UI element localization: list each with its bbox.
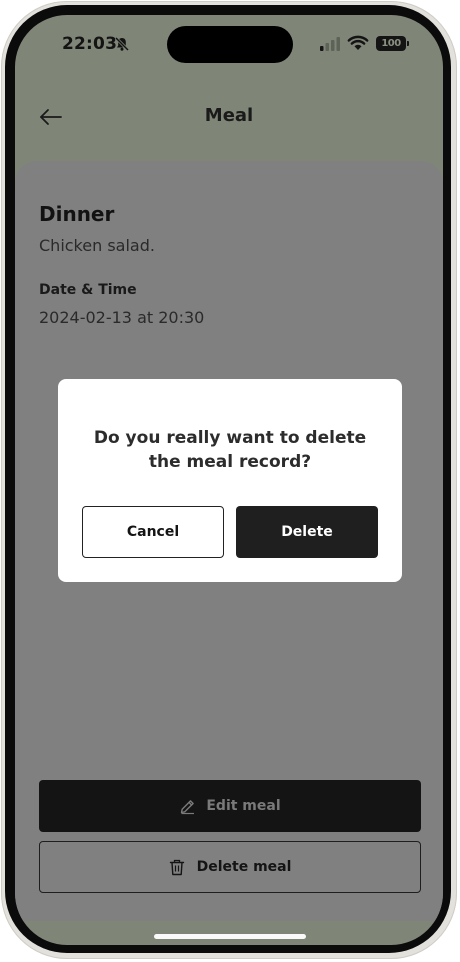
cancel-button[interactable]: Cancel: [82, 506, 224, 558]
battery-level: 100: [381, 38, 401, 49]
delete-meal-label: Delete meal: [196, 859, 292, 875]
dynamic-island: [167, 26, 293, 63]
status-bar: 22:03 100: [15, 15, 443, 75]
signal-icon: [320, 37, 340, 51]
pencil-icon: [181, 799, 195, 814]
phone-frame: 22:03 100 Meal Dinner Chicken salad. Dat…: [0, 0, 460, 962]
delete-meal-content: Delete meal: [40, 842, 420, 892]
meal-description: Chicken salad.: [39, 236, 155, 255]
home-indicator[interactable]: [154, 934, 306, 939]
battery-nub: [407, 41, 409, 46]
edit-meal-content: Edit meal: [39, 780, 421, 832]
dialog-message: Do you really want to delete the meal re…: [93, 428, 367, 472]
meal-name: Dinner: [39, 202, 115, 226]
trash-icon: [169, 859, 184, 875]
screen: 22:03 100 Meal Dinner Chicken salad. Dat…: [15, 15, 443, 945]
confirm-delete-button[interactable]: Delete: [236, 506, 378, 558]
wifi-icon: [347, 35, 369, 50]
page-title: Meal: [204, 105, 254, 126]
app-header: Meal: [15, 95, 443, 139]
delete-meal-button[interactable]: Delete meal: [39, 841, 421, 893]
datetime-label: Date & Time: [39, 282, 137, 298]
battery-icon: 100: [376, 36, 406, 51]
edit-meal-label: Edit meal: [206, 798, 281, 814]
datetime-value: 2024-02-13 at 20:30: [39, 308, 205, 327]
edit-meal-button[interactable]: Edit meal: [39, 780, 421, 832]
bell-slash-icon: [114, 36, 130, 52]
status-time: 22:03: [62, 34, 118, 54]
delete-confirmation-dialog: Do you really want to delete the meal re…: [58, 379, 402, 582]
